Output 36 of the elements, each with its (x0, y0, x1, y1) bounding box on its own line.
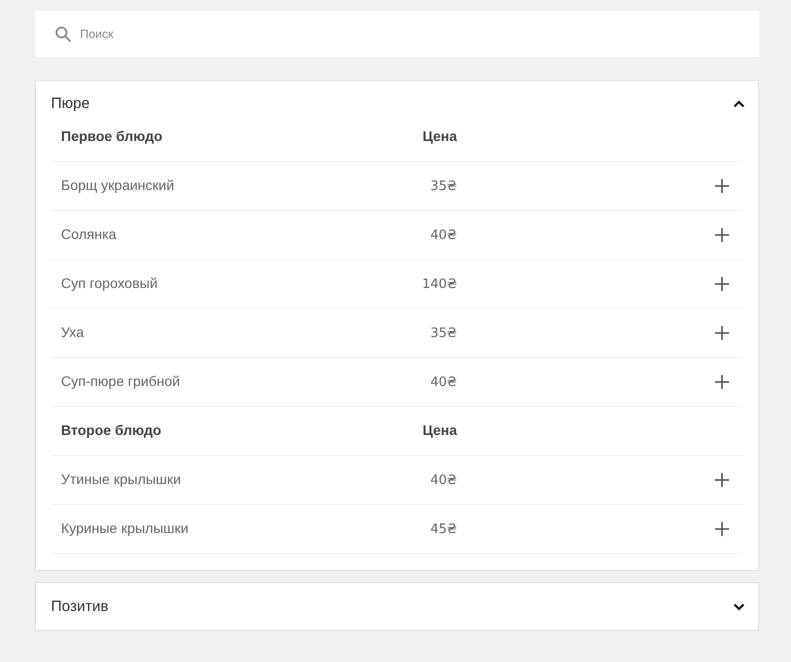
add-button[interactable] (715, 375, 729, 389)
add-button[interactable] (715, 326, 729, 340)
plus-icon (715, 375, 729, 389)
column-heading: Цена (422, 128, 457, 144)
plus-icon (715, 522, 729, 536)
dish-name: Утиные крылышки (61, 471, 181, 487)
dish-name: Солянка (61, 226, 116, 242)
search-field[interactable]: Поиск (35, 11, 759, 57)
dish-price: 40₴ (430, 375, 457, 390)
add-button[interactable] (715, 473, 729, 487)
add-button[interactable] (715, 228, 729, 242)
dish-name: Куриные крылышки (61, 520, 188, 536)
plus-icon (715, 473, 729, 487)
dish-price: 40₴ (430, 473, 457, 488)
plus-icon (715, 277, 729, 291)
column-heading: Цена (422, 422, 457, 438)
section-toggle[interactable]: Пюре (36, 81, 758, 113)
dish-name: Суп-пюре грибной (61, 373, 180, 389)
dish-price: 35₴ (430, 179, 457, 194)
column-heading: Второе блюдо (61, 422, 162, 438)
plus-icon (715, 326, 729, 340)
dish-price: 45₴ (430, 522, 457, 537)
dish-name: Борщ украинский (61, 177, 174, 193)
dish-name: Уха (61, 324, 84, 340)
dish-price: 40₴ (430, 228, 457, 243)
dish-name: Суп гороховый (61, 275, 158, 291)
add-button[interactable] (715, 277, 729, 291)
search-icon (55, 26, 71, 42)
section-toggle[interactable]: Позитив (36, 583, 758, 630)
dish-price: 35₴ (430, 326, 457, 341)
plus-icon (715, 228, 729, 242)
dish-price: 140₴ (422, 277, 457, 292)
add-button[interactable] (715, 179, 729, 193)
column-heading: Первое блюдо (61, 128, 162, 144)
plus-icon (715, 179, 729, 193)
add-button[interactable] (715, 522, 729, 536)
